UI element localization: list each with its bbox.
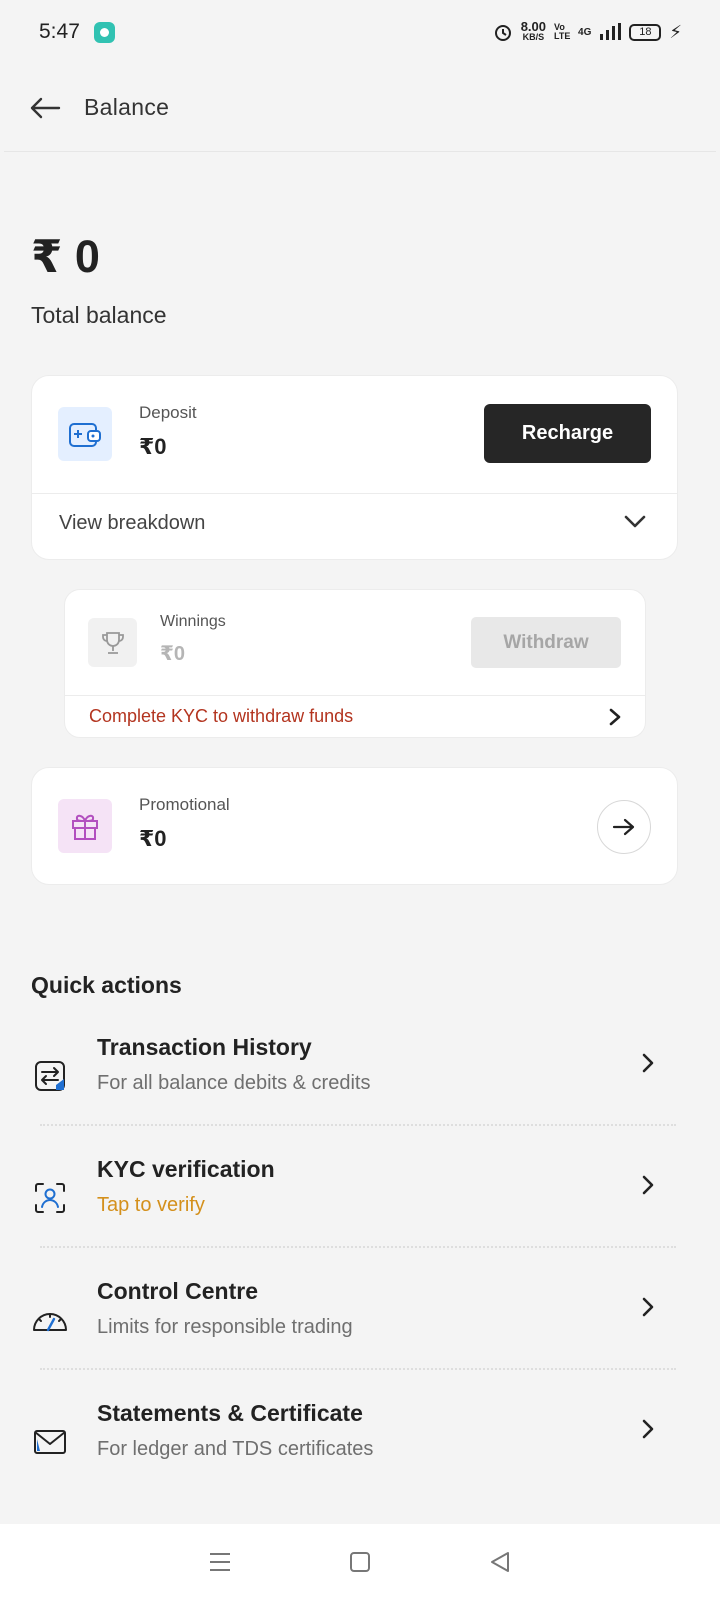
total-balance-amount: ₹ 0 [31, 231, 100, 282]
network-type: 4G [578, 26, 592, 38]
chevron-right-icon[interactable] [608, 707, 622, 727]
deposit-value: ₹0 [139, 434, 167, 459]
promotional-card[interactable]: Promotional ₹0 [31, 767, 678, 885]
recharge-button[interactable]: Recharge [484, 404, 651, 463]
mail-icon [30, 1422, 70, 1462]
page-title: Balance [84, 94, 170, 120]
charging-icon: ⚡ [669, 21, 682, 42]
statements-certificate-item[interactable]: Statements & Certificate For ledger and … [4, 1400, 716, 1520]
item-title: Statements & Certificate [97, 1400, 363, 1426]
chevron-right-icon [642, 1419, 654, 1439]
divider [40, 1368, 676, 1370]
wallet-plus-icon [58, 407, 112, 461]
promotional-value: ₹0 [139, 826, 167, 851]
alarm-icon [494, 25, 511, 41]
gift-icon [58, 799, 112, 853]
chevron-right-icon [642, 1175, 654, 1195]
quick-actions-heading: Quick actions [31, 972, 182, 998]
promotional-label: Promotional [139, 795, 230, 814]
volte-label: Vo LTE [554, 22, 571, 41]
divider [65, 695, 645, 696]
item-subtitle: Limits for responsible trading [97, 1316, 353, 1338]
withdraw-button[interactable]: Withdraw [471, 617, 621, 668]
signal-icon [600, 23, 622, 40]
divider [40, 1124, 676, 1126]
trophy-icon [88, 618, 137, 667]
divider [40, 1246, 676, 1248]
chevron-right-icon [642, 1053, 654, 1073]
item-title: Transaction History [97, 1034, 312, 1060]
transfer-icon [30, 1056, 70, 1096]
back-arrow-icon[interactable] [28, 91, 62, 125]
item-title: KYC verification [97, 1156, 275, 1182]
view-breakdown-toggle[interactable]: View breakdown [59, 512, 205, 535]
status-bar: 5:47 8.00 KB/S Vo LTE 4G 18 ⚡ [0, 0, 720, 64]
winnings-value: ₹0 [160, 643, 186, 665]
status-time: 5:47 [39, 20, 80, 43]
item-subtitle: Tap to verify [97, 1194, 205, 1216]
winnings-label: Winnings [160, 613, 226, 630]
net-speed: 8.00 KB/S [520, 19, 547, 42]
user-scan-icon [30, 1178, 70, 1218]
balance-page: Balance ₹ 0 Total balance Deposit ₹0 Rec… [4, 64, 716, 1524]
back-icon[interactable] [480, 1542, 520, 1582]
item-title: Control Centre [97, 1278, 258, 1304]
app-bar: Balance [4, 64, 716, 152]
chevron-right-icon [642, 1297, 654, 1317]
chat-app-icon [93, 21, 115, 43]
transaction-history-item[interactable]: Transaction History For all balance debi… [4, 1034, 716, 1154]
divider [32, 493, 677, 494]
system-nav-bar [0, 1524, 720, 1600]
item-subtitle: For all balance debits & credits [97, 1072, 371, 1094]
winnings-card: Winnings ₹0 Withdraw Complete KYC to wit… [64, 589, 646, 738]
status-indicators: 8.00 KB/S Vo LTE 4G 18 ⚡ [493, 19, 682, 43]
total-balance-label: Total balance [31, 302, 167, 328]
kyc-verification-item[interactable]: KYC verification Tap to verify [4, 1156, 716, 1276]
gauge-icon [30, 1300, 70, 1340]
chevron-down-icon[interactable] [623, 514, 647, 530]
item-subtitle: For ledger and TDS certificates [97, 1438, 374, 1460]
menu-icon[interactable] [200, 1542, 240, 1582]
arrow-right-icon[interactable] [597, 800, 651, 854]
battery-icon: 18 [629, 23, 662, 41]
deposit-label: Deposit [139, 403, 197, 422]
deposit-card: Deposit ₹0 Recharge View breakdown [31, 375, 678, 560]
control-centre-item[interactable]: Control Centre Limits for responsible tr… [4, 1278, 716, 1398]
kyc-warning-link[interactable]: Complete KYC to withdraw funds [89, 706, 353, 727]
home-icon[interactable] [340, 1542, 380, 1582]
